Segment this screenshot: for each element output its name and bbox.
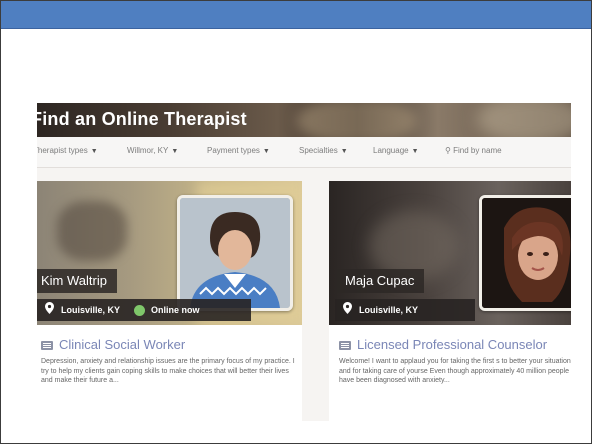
location-bar: Louisville, KY xyxy=(335,299,475,321)
caret-down-icon: ▼ xyxy=(262,148,270,155)
filter-payment-types[interactable]: Payment types ▼ xyxy=(207,146,270,155)
therapist-name[interactable]: Maja Cupac xyxy=(335,269,425,293)
filter-therapist-types[interactable]: Therapist types ▼ xyxy=(37,146,98,155)
slide-frame: Find an Online Therapist Therapist types… xyxy=(0,0,592,444)
caret-down-icon: ▼ xyxy=(340,148,348,155)
caret-down-icon: ▼ xyxy=(90,148,98,155)
map-pin-icon xyxy=(341,300,353,322)
therapist-description: Depression, anxiety and relationship iss… xyxy=(41,358,295,384)
person-portrait-icon xyxy=(180,198,290,308)
id-card-icon xyxy=(41,341,53,351)
caret-down-icon: ▼ xyxy=(411,148,419,155)
therapist-location: Louisville, KY xyxy=(359,305,419,315)
therapist-photo[interactable] xyxy=(479,195,571,311)
filter-specialties[interactable]: Specialties ▼ xyxy=(299,146,348,155)
therapist-role[interactable]: Clinical Social Worker xyxy=(41,337,185,352)
page-title: Find an Online Therapist xyxy=(37,109,247,129)
online-status-icon xyxy=(134,305,146,317)
person-portrait-icon xyxy=(482,198,571,308)
location-status-bar: Louisville, KY Online now xyxy=(37,299,251,321)
id-card-icon xyxy=(339,341,351,351)
filter-location[interactable]: Willmor, KY ▼ xyxy=(127,146,178,155)
caret-down-icon: ▼ xyxy=(171,148,179,155)
therapist-description: Welcome! I want to applaud you for takin… xyxy=(339,358,571,384)
online-status-label: Online now xyxy=(151,305,200,315)
filter-language[interactable]: Language ▼ xyxy=(373,146,419,155)
therapist-card[interactable]: Maja Cupac Louisville, KY Licensed Profe… xyxy=(329,181,571,421)
find-by-name-search[interactable]: ⚲ Find by name xyxy=(445,146,502,155)
therapist-location: Louisville, KY xyxy=(61,305,121,315)
website-screenshot: Find an Online Therapist Therapist types… xyxy=(37,103,571,421)
map-pin-icon xyxy=(43,300,55,322)
search-icon: ⚲ xyxy=(445,146,454,155)
therapist-role[interactable]: Licensed Professional Counselor xyxy=(339,337,547,352)
therapist-name[interactable]: Kim Waltrip xyxy=(37,269,117,293)
page-header: Find an Online Therapist xyxy=(37,103,571,137)
therapist-card[interactable]: Kim Waltrip Louisville, KY Online now Cli… xyxy=(37,181,302,421)
therapist-photo[interactable] xyxy=(177,195,293,311)
filter-bar: Therapist types ▼ Willmor, KY ▼ Payment ty… xyxy=(37,137,571,168)
top-color-bar xyxy=(1,1,591,29)
